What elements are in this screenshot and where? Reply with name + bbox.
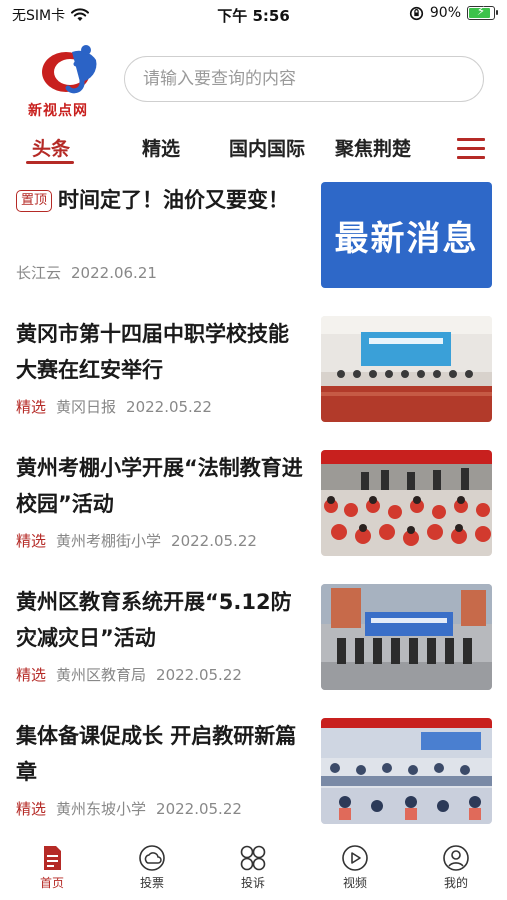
tabbar-profile[interactable]: 我的 — [426, 844, 486, 891]
app-header: 新视点网 — [0, 38, 507, 126]
news-item[interactable]: 集体备课促成长 开启教研新篇章 精选 黄州东坡小学 2022.05.22 — [0, 718, 507, 852]
news-tag: 精选 — [16, 800, 47, 818]
category-tabs: 头条 精选 国内国际 聚焦荆楚 — [0, 128, 507, 172]
battery-icon: ⚡ — [467, 4, 498, 20]
news-source: 黄州东坡小学 — [56, 800, 147, 818]
menu-icon[interactable] — [457, 138, 485, 160]
tabbar-home[interactable]: 首页 — [22, 844, 82, 891]
news-source: 黄州考棚街小学 — [56, 532, 162, 550]
news-thumbnail — [321, 718, 492, 824]
tabbar-label: 投票 — [139, 876, 164, 890]
search-box[interactable] — [124, 56, 484, 102]
news-title: 置顶 时间定了！油价又要变！ — [16, 182, 306, 218]
logo-text: 新视点网 — [28, 103, 88, 119]
orientation-lock-icon — [409, 6, 423, 20]
news-tag: 精选 — [16, 398, 47, 416]
news-title: 黄州考棚小学开展“法制教育进校园”活动 — [16, 456, 303, 516]
news-meta: 精选 黄冈日报 2022.05.22 — [16, 396, 212, 417]
news-meta: 精选 黄州东坡小学 2022.05.22 — [16, 798, 242, 819]
news-date: 2022.05.22 — [156, 665, 242, 684]
news-title: 黄州区教育系统开展“5.12防灾减灾日”活动 — [16, 590, 292, 650]
tabbar-vote[interactable]: 投票 — [122, 844, 182, 891]
news-meta: 精选 黄州考棚街小学 2022.05.22 — [16, 530, 257, 551]
news-title: 黄冈市第十四届中职学校技能大赛在红安举行 — [16, 322, 289, 382]
tab-featured[interactable]: 精选 — [142, 134, 180, 161]
active-tab-indicator — [26, 161, 74, 164]
news-thumbnail — [321, 584, 492, 690]
profile-icon — [443, 845, 469, 871]
status-bar: 无SIM卡 下午 5:56 90% ⚡ — [0, 0, 507, 28]
carrier-label: 无SIM卡 — [12, 8, 66, 24]
news-meta: 精选 黄州区教育局 2022.05.22 — [16, 664, 242, 685]
wifi-icon — [71, 8, 90, 21]
charging-bolt-icon: ⚡ — [476, 4, 486, 18]
news-thumbnail — [321, 450, 492, 556]
pin-badge: 置顶 — [16, 190, 53, 212]
tabbar-label: 首页 — [39, 876, 64, 890]
news-date: 2022.05.22 — [171, 531, 257, 550]
news-item[interactable]: 黄州考棚小学开展“法制教育进校园”活动 精选 黄州考棚街小学 2022.05.2… — [0, 450, 507, 584]
tabbar-complaint[interactable]: 投诉 — [223, 844, 283, 891]
complaint-icon — [240, 845, 266, 871]
tabbar-label: 视频 — [342, 876, 367, 890]
news-title: 集体备课促成长 开启教研新篇章 — [16, 724, 297, 784]
news-source: 黄冈日报 — [56, 398, 117, 416]
video-icon — [342, 845, 368, 871]
bottom-tab-bar: 首页 投票 投诉 视频 我的 — [0, 838, 507, 900]
search-input[interactable] — [125, 57, 483, 101]
vote-icon — [139, 845, 165, 871]
news-source: 黄州区教育局 — [56, 666, 147, 684]
news-item[interactable]: 黄冈市第十四届中职学校技能大赛在红安举行 精选 黄冈日报 2022.05.22 — [0, 316, 507, 450]
thumbnail-text: 最新消息 — [334, 218, 479, 259]
news-tag: 精选 — [16, 532, 47, 550]
home-icon — [44, 846, 61, 870]
news-date: 2022.05.22 — [126, 397, 212, 416]
tab-focus-jingchu[interactable]: 聚焦荆楚 — [335, 134, 411, 161]
news-thumbnail: 最新消息 — [321, 182, 492, 288]
news-meta: 长江云 2022.06.21 — [16, 262, 157, 283]
tab-headlines[interactable]: 头条 — [32, 134, 70, 161]
news-source: 长江云 — [16, 264, 62, 282]
tabbar-video[interactable]: 视频 — [325, 844, 385, 891]
news-date: 2022.06.21 — [71, 263, 157, 282]
news-tag: 精选 — [16, 666, 47, 684]
tabbar-label: 投诉 — [240, 876, 265, 890]
news-title-text: 时间定了！油价又要变！ — [58, 188, 290, 212]
news-thumbnail — [321, 316, 492, 422]
news-date: 2022.05.22 — [156, 799, 242, 818]
battery-percent: 90% — [429, 5, 461, 21]
news-item[interactable]: 黄州区教育系统开展“5.12防灾减灾日”活动 精选 黄州区教育局 2022.05… — [0, 584, 507, 718]
news-item[interactable]: 置顶 时间定了！油价又要变！ 长江云 2022.06.21 最新消息 — [0, 182, 507, 316]
tab-domestic-international[interactable]: 国内国际 — [229, 134, 305, 161]
tabbar-label: 我的 — [443, 876, 468, 890]
